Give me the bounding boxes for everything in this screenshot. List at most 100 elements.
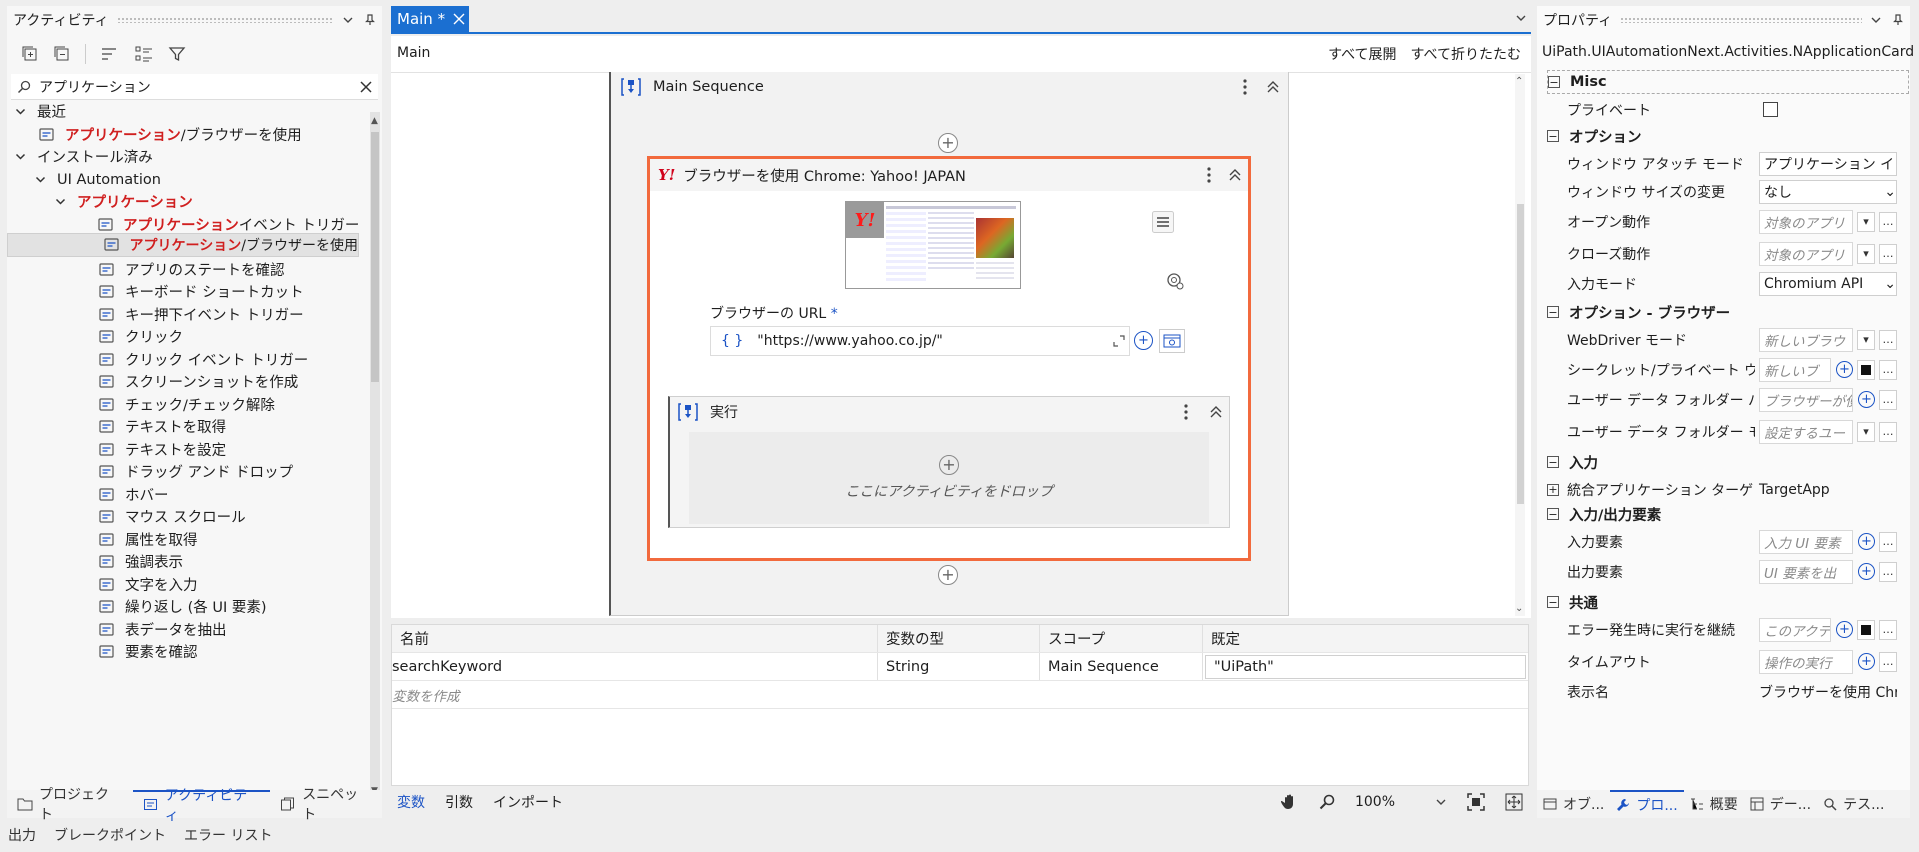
ellipsis-button[interactable]: …	[1879, 421, 1897, 442]
collapse-icon[interactable]	[1228, 168, 1242, 182]
collapse-box-icon[interactable]: −	[1548, 76, 1560, 88]
var-scope-cell[interactable]: Main Sequence	[1040, 653, 1203, 680]
ellipsis-button[interactable]: …	[1879, 531, 1897, 552]
ellipsis-button[interactable]: …	[1879, 651, 1897, 672]
tab-list-chevron-icon[interactable]	[1515, 12, 1527, 24]
url-plus-button[interactable]: +	[1134, 331, 1153, 350]
pin-icon[interactable]	[364, 14, 376, 26]
breadcrumb[interactable]: Main	[397, 45, 430, 61]
dropdown-arrow-button[interactable]: ▾	[1857, 243, 1875, 264]
continue-on-error-field[interactable]: このアクテ	[1759, 617, 1831, 642]
section-options-browser[interactable]: − オプション - ブラウザー	[1547, 300, 1909, 324]
plus-icon[interactable]: +	[1836, 621, 1853, 638]
collapse-icon[interactable]	[1209, 405, 1223, 419]
tab-error-list[interactable]: エラー リスト	[184, 825, 272, 845]
var-name-cell[interactable]: searchKeyword	[392, 653, 878, 680]
tab-objects[interactable]: オブ...	[1537, 790, 1610, 818]
close-tab-icon[interactable]	[453, 13, 465, 25]
more-options-icon[interactable]	[1242, 78, 1248, 96]
ellipsis-button[interactable]: …	[1879, 389, 1897, 410]
url-field[interactable]: { } "https://www.yahoo.co.jp/"	[710, 326, 1130, 356]
collapse-icon[interactable]	[1266, 80, 1280, 94]
filter-icon[interactable]	[168, 45, 186, 63]
dropdown-arrow-button[interactable]: ▾	[1857, 421, 1875, 442]
tab-activities[interactable]: アクティビティ	[132, 788, 271, 824]
dropdown-arrow-button[interactable]: ▾	[1857, 329, 1875, 350]
expand-all-icon[interactable]	[21, 45, 39, 63]
checkbox-toggle-button[interactable]	[1857, 619, 1875, 640]
display-name-field[interactable]: ブラウザーを使用 Chrome	[1755, 679, 1897, 704]
tree-item[interactable]: 要素を確認	[7, 638, 359, 665]
more-options-icon[interactable]	[1206, 166, 1212, 184]
user-data-mode-field[interactable]: 設定するユー	[1759, 419, 1853, 444]
chevron-down-icon[interactable]	[342, 14, 354, 26]
collapse-all-link[interactable]: すべて折りたたむ	[1411, 44, 1521, 64]
create-variable-hint[interactable]: 変数を作成	[392, 685, 460, 705]
tab-breakpoints[interactable]: ブレークポイント	[54, 825, 166, 845]
tab-output[interactable]: 出力	[8, 825, 36, 845]
col-name[interactable]: 名前	[392, 625, 878, 652]
section-misc[interactable]: − Misc	[1547, 70, 1909, 94]
plus-icon[interactable]: +	[1858, 563, 1875, 580]
tab-properties[interactable]: プロ...	[1610, 790, 1684, 818]
drop-zone[interactable]: + ここにアクティビティをドロップ	[689, 432, 1209, 524]
fit-screen-icon[interactable]	[1467, 793, 1485, 811]
panel-grip[interactable]	[116, 17, 334, 23]
col-scope[interactable]: スコープ	[1040, 625, 1203, 652]
add-activity-bottom[interactable]: +	[938, 565, 958, 585]
expand-all-link[interactable]: すべて展開	[1328, 44, 1396, 64]
more-options-icon[interactable]	[1183, 403, 1189, 421]
section-io-elements[interactable]: − 入力/出力要素	[1547, 502, 1909, 526]
col-default[interactable]: 既定	[1203, 625, 1528, 652]
collapse-box-icon[interactable]: −	[1547, 130, 1559, 142]
expand-box-icon[interactable]: +	[1547, 483, 1559, 496]
tab-arguments[interactable]: 引数	[445, 792, 473, 812]
expand-editor-icon[interactable]	[1113, 335, 1125, 347]
ellipsis-button[interactable]: …	[1879, 359, 1897, 380]
clear-search-icon[interactable]	[360, 80, 372, 93]
tab-main[interactable]: Main *	[391, 6, 469, 32]
collapse-box-icon[interactable]: −	[1547, 306, 1559, 318]
menu-icon[interactable]	[1152, 211, 1174, 233]
ellipsis-button[interactable]: …	[1879, 329, 1897, 350]
section-input[interactable]: − 入力	[1547, 450, 1909, 474]
user-data-path-field[interactable]: ブラウザーが使	[1759, 387, 1853, 412]
section-common[interactable]: − 共通	[1547, 590, 1909, 614]
dropdown-arrow-button[interactable]: ▾	[1857, 211, 1875, 232]
browser-screenshot-thumbnail[interactable]: Y!	[845, 201, 1021, 289]
plus-icon[interactable]: +	[1836, 361, 1853, 378]
chevron-down-icon[interactable]	[33, 174, 47, 185]
activities-scrollbar[interactable]: ▲ ▼	[370, 112, 380, 796]
hand-icon[interactable]	[1280, 793, 1299, 811]
chevron-down-icon[interactable]	[1870, 14, 1882, 26]
list-view-icon[interactable]	[134, 45, 154, 63]
browser-picker-button[interactable]	[1159, 329, 1185, 353]
chevron-down-icon[interactable]	[13, 151, 27, 162]
input-element-field[interactable]: 入力 UI 要素	[1759, 529, 1853, 554]
open-behavior-field[interactable]: 対象のアプリ	[1759, 209, 1853, 234]
panel-grip[interactable]	[1620, 17, 1862, 23]
collapse-box-icon[interactable]: −	[1547, 456, 1559, 468]
zoom-select[interactable]: 100%	[1355, 794, 1447, 810]
activities-search[interactable]: アプリケーション	[11, 74, 378, 100]
window-attach-mode-select[interactable]: アプリケーション イン⌄	[1759, 151, 1897, 176]
incognito-field[interactable]: 新しいブ	[1759, 357, 1831, 382]
tab-variables[interactable]: 変数	[397, 792, 425, 812]
var-type-cell[interactable]: String	[878, 653, 1040, 680]
section-options[interactable]: − オプション	[1547, 124, 1909, 148]
collapse-box-icon[interactable]: −	[1547, 508, 1559, 520]
plus-icon[interactable]: +	[1858, 391, 1875, 408]
collapse-box-icon[interactable]: −	[1547, 596, 1559, 608]
private-checkbox[interactable]	[1763, 102, 1778, 117]
plus-circle-icon[interactable]: +	[938, 133, 958, 153]
table-row[interactable]: searchKeyword String Main Sequence "UiPa…	[392, 653, 1528, 681]
url-value[interactable]: "https://www.yahoo.co.jp/"	[757, 333, 1099, 349]
ellipsis-button[interactable]: …	[1879, 243, 1897, 264]
checkbox-toggle-button[interactable]	[1857, 359, 1875, 380]
webdriver-mode-field[interactable]: 新しいブラウ	[1759, 327, 1853, 352]
output-element-field[interactable]: UI 要素を出	[1759, 559, 1853, 584]
tab-snippets[interactable]: スニペット	[270, 787, 382, 823]
target-icon[interactable]	[1165, 271, 1185, 291]
plus-circle-icon[interactable]: +	[939, 455, 959, 475]
zoom-search-icon[interactable]	[1319, 794, 1335, 810]
